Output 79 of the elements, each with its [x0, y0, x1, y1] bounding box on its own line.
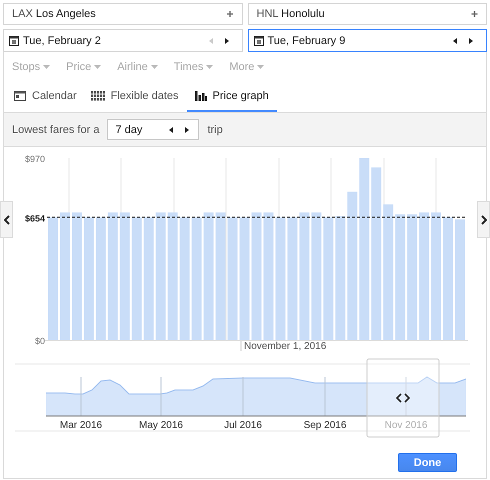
calendar-icon — [9, 36, 19, 46]
chevron-left-icon — [4, 214, 10, 224]
caret-icon — [94, 65, 102, 69]
month-label: Jul 2016 — [224, 420, 262, 431]
price-bar[interactable] — [443, 217, 454, 340]
calendar-icon — [14, 91, 26, 101]
date-field[interactable]: Tue, February 2 — [3, 29, 242, 52]
axis-label: $970 — [24, 154, 45, 164]
price-bar[interactable] — [431, 212, 442, 340]
add-button[interactable]: + — [470, 7, 478, 21]
axis-label: $654 — [24, 213, 45, 224]
airport-text: HNL Honolulu — [256, 8, 326, 20]
price-bar[interactable] — [48, 217, 58, 340]
price-bar[interactable] — [395, 214, 406, 340]
price-bar[interactable] — [263, 212, 274, 340]
price-bar[interactable] — [60, 212, 70, 340]
add-button[interactable]: + — [226, 7, 234, 21]
airport-field[interactable]: HNL Honolulu + — [248, 3, 487, 25]
date-text: Tue, February 9 — [268, 34, 346, 46]
price-bar[interactable] — [156, 212, 166, 340]
price-bar[interactable] — [299, 212, 310, 340]
price-bar[interactable] — [228, 217, 238, 340]
price-bar[interactable] — [323, 217, 334, 340]
view-tab[interactable]: Flexible dates — [84, 82, 185, 112]
grid-icon — [90, 91, 105, 101]
price-bar[interactable] — [359, 158, 370, 340]
price-bar[interactable] — [252, 212, 262, 340]
view-tab[interactable]: Calendar — [8, 82, 83, 112]
price-bar[interactable] — [192, 217, 202, 340]
next-arrow-icon[interactable] — [224, 36, 230, 44]
price-bar[interactable] — [419, 212, 430, 340]
price-bar[interactable] — [347, 192, 358, 340]
chevron-right-icon — [480, 214, 486, 224]
price-bar[interactable] — [383, 204, 394, 340]
caret-icon — [150, 65, 158, 69]
price-bar[interactable] — [407, 214, 418, 340]
price-bar[interactable] — [204, 212, 214, 340]
drag-handle-icon[interactable] — [396, 393, 410, 403]
date-field[interactable]: Tue, February 9 — [248, 29, 487, 52]
price-bar[interactable] — [108, 212, 118, 340]
month-label: Sep 2016 — [304, 420, 346, 431]
price-bar[interactable] — [96, 217, 106, 340]
axis-label: $0 — [34, 336, 45, 346]
airport-field[interactable]: LAX Los Angeles + — [3, 3, 242, 25]
price-bar[interactable] — [287, 217, 298, 340]
price-bar[interactable] — [455, 219, 465, 340]
next-button[interactable] — [477, 201, 490, 238]
fare-prefix: Lowest fares for a — [12, 124, 100, 136]
previous-arrow-icon[interactable] — [168, 126, 174, 134]
price-bar[interactable] — [144, 217, 154, 340]
fare-suffix: trip — [207, 124, 223, 136]
price-bar[interactable] — [120, 212, 130, 340]
airport-text: LAX Los Angeles — [12, 8, 97, 20]
price-bar[interactable] — [275, 217, 286, 340]
bar-chart-icon — [194, 91, 207, 101]
caret-icon — [257, 65, 264, 69]
month-label: Mar 2016 — [60, 420, 102, 431]
price-bar[interactable] — [311, 212, 322, 340]
axis-label: November 1, 2016 — [244, 341, 326, 351]
price-bar[interactable] — [132, 217, 142, 340]
next-arrow-icon[interactable] — [184, 126, 190, 134]
duration-stepper[interactable]: 7 day — [107, 119, 200, 140]
month-label: Nov 2016 — [384, 420, 428, 431]
next-arrow-icon[interactable] — [468, 36, 474, 44]
price-bar[interactable] — [335, 216, 346, 340]
price-bar[interactable] — [371, 167, 382, 340]
price-bar[interactable] — [216, 212, 226, 340]
price-bar[interactable] — [168, 212, 178, 340]
price-bar[interactable] — [72, 212, 82, 340]
price-bar[interactable] — [84, 217, 94, 340]
price-bar[interactable] — [180, 217, 190, 340]
month-label: May 2016 — [139, 420, 183, 431]
price-bar[interactable] — [240, 217, 250, 340]
previous-arrow-icon[interactable] — [452, 36, 458, 44]
calendar-icon — [254, 36, 264, 46]
date-text: Tue, February 2 — [23, 34, 102, 46]
previous-button[interactable] — [0, 201, 13, 238]
caret-icon — [206, 65, 214, 69]
caret-icon — [43, 65, 50, 69]
